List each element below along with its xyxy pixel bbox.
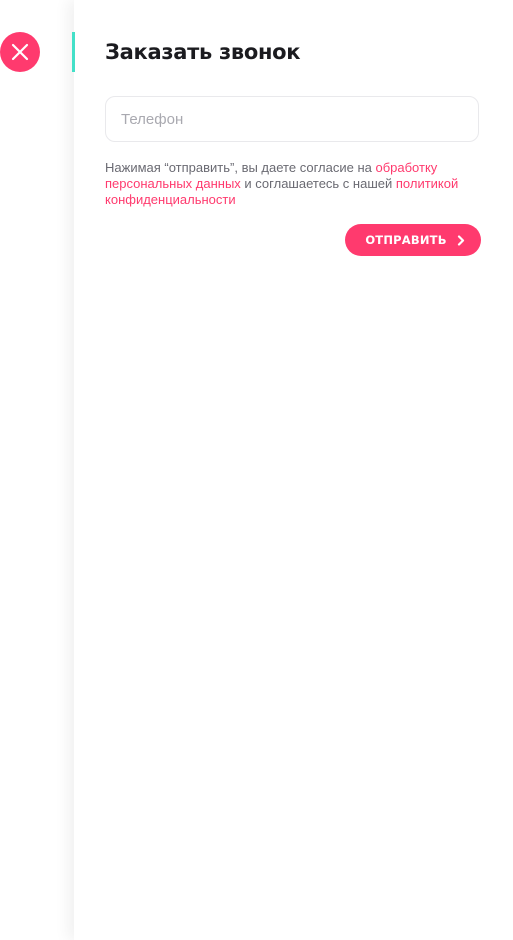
callback-modal-viewport: Заказать звонок Нажимая “отправить”, вы … xyxy=(0,0,513,940)
consent-prefix: Нажимая “отправить”, вы даете согласие н… xyxy=(105,160,376,175)
callback-panel: Заказать звонок Нажимая “отправить”, вы … xyxy=(72,0,513,940)
close-icon xyxy=(11,43,29,61)
consent-text: Нажимая “отправить”, вы даете согласие н… xyxy=(105,160,485,208)
accent-bar xyxy=(72,32,75,72)
submit-label: ОТПРАВИТЬ xyxy=(365,233,447,247)
close-button[interactable] xyxy=(0,32,40,72)
submit-button[interactable]: ОТПРАВИТЬ xyxy=(345,224,481,256)
modal-title: Заказать звонок xyxy=(105,40,301,64)
chevron-right-icon xyxy=(457,234,465,246)
consent-middle: и соглашаетесь с нашей xyxy=(240,176,396,191)
phone-input[interactable] xyxy=(105,96,479,142)
